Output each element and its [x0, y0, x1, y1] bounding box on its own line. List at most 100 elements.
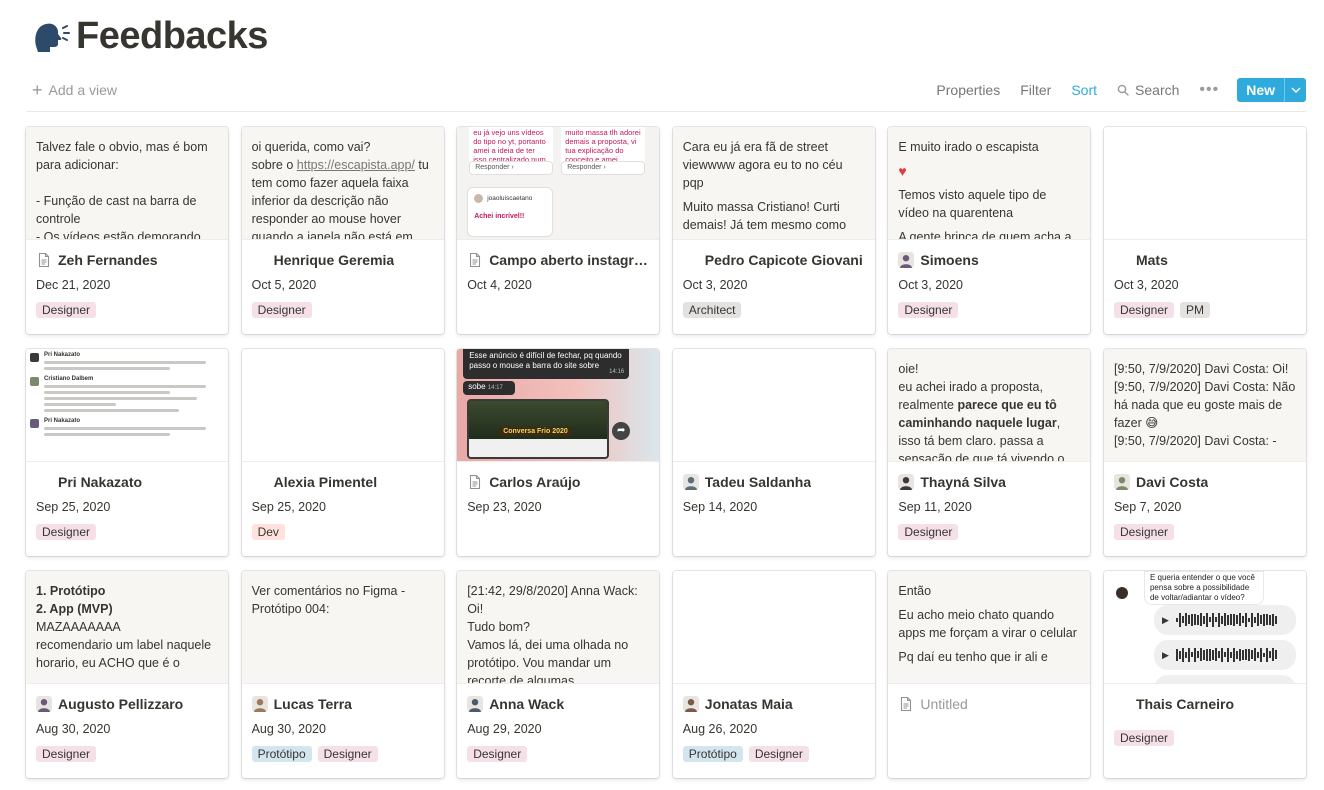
card-title: Anna Wack [489, 696, 565, 712]
properties-button[interactable]: Properties [928, 78, 1008, 102]
preview-text: oie! eu achei irado a proposta, realment… [898, 362, 1065, 462]
card-preview: [9:50, 7/9/2020] Davi Costa: Oi! [9:50, 7… [1103, 349, 1306, 462]
gallery-card[interactable]: E muito irado o escapista ♥ Temos visto aq… [888, 127, 1091, 334]
card-tags: Designer [36, 302, 218, 320]
card-title: Mats [1135, 252, 1168, 268]
preview-text: Talvez fale o obvio, mas é bom para adic… [36, 140, 212, 240]
tag-designer: Designer [1113, 302, 1174, 318]
card-preview [672, 571, 875, 684]
share-icon: ➦ [612, 422, 631, 440]
card-date: Sep 25, 2020 [251, 500, 326, 514]
avatar-icon [36, 696, 52, 712]
more-options-icon[interactable]: ••• [1191, 81, 1227, 99]
voice-message: ▶ [1153, 605, 1296, 635]
card-title: Simoens [920, 252, 979, 268]
card-title-row: Zeh Fernandes [36, 250, 218, 270]
filter-button[interactable]: Filter [1012, 78, 1059, 102]
page-icon [467, 252, 483, 268]
card-preview [672, 349, 875, 462]
search-button[interactable]: Search [1109, 78, 1187, 102]
card-title: Tadeu Saldanha [704, 474, 812, 490]
avatar [1115, 587, 1128, 599]
gallery-grid: Talvez fale o obvio, mas é bom para adic… [26, 127, 1306, 778]
card-title-row: Lucas Terra [251, 694, 434, 714]
card-title-row: Campo aberto instagr… [467, 250, 649, 270]
gallery-card[interactable]: Talvez fale o obvio, mas é bom para adic… [26, 127, 228, 334]
search-label: Search [1135, 82, 1180, 98]
new-dropdown-button[interactable] [1284, 78, 1306, 102]
gallery-card[interactable]: Jonatas Maia Aug 26, 2020 Protótipo Designe… [672, 571, 875, 778]
tag-designer: Designer [36, 746, 97, 762]
page-icon [467, 474, 483, 490]
search-icon [1117, 84, 1129, 96]
sort-button[interactable]: Sort [1063, 78, 1105, 102]
gallery-card[interactable]: [21:42, 29/8/2020] Anna Wack: Oi! Tudo b… [457, 571, 660, 778]
gallery-card[interactable]: Então Eu acho meio chato quando apps me f… [888, 571, 1091, 778]
card-title: Henrique Geremia [273, 252, 395, 268]
gallery-card[interactable]: Pri Nakazato Cristiano Dalbem Pri Nakazato… [26, 349, 228, 556]
tag-pm: PM [1180, 302, 1210, 318]
gallery-card[interactable]: Alexia Pimentel Sep 25, 2020 Dev [241, 349, 444, 556]
card-date: Oct 3, 2020 [1113, 278, 1179, 292]
tag-designer: Designer [36, 302, 97, 318]
new-button[interactable]: New [1237, 78, 1284, 102]
card-title-row: Anna Wack [467, 694, 649, 714]
avatar-icon [898, 474, 915, 490]
card-date: Aug 30, 2020 [36, 722, 111, 736]
reply-button-left: Responder › [469, 161, 554, 175]
card-title-row: Carlos Araújo [467, 472, 649, 492]
card-date: Oct 3, 2020 [682, 278, 748, 292]
card-tags: Designer [1113, 524, 1296, 542]
gallery-card[interactable]: Esse anúncio é difícil de fechar, pq qua… [457, 349, 660, 556]
card-date: Sep 7, 2020 [1113, 500, 1182, 514]
card-preview [241, 349, 444, 462]
gallery-card[interactable]: Tadeu Saldanha Sep 14, 2020 [672, 349, 875, 556]
gallery-card[interactable]: eu já vejo uns vídeos do tipo no yt, por… [457, 127, 660, 334]
page-title: Feedbacks [76, 14, 268, 57]
gallery-card[interactable]: E queria entender o que você pensa sobre… [1103, 571, 1306, 778]
card-tags: Designer [36, 524, 218, 542]
card-preview: Talvez fale o obvio, mas é bom para adic… [26, 127, 228, 240]
card-tags: Designer [898, 302, 1080, 320]
voice-message: ▶ [1153, 640, 1296, 670]
card-tags: Protótipo Designer [682, 746, 865, 764]
card-title-row: Thayná Silva [898, 472, 1080, 492]
avatar-icon [682, 474, 699, 490]
preview-text: [9:50, 7/9/2020] Davi Costa: Oi! [9:50, 7… [1113, 362, 1299, 448]
card-title: Carlos Araújo [489, 474, 581, 490]
video-word: sobe 14:17 [463, 381, 516, 395]
gallery-card[interactable]: Mats Oct 3, 2020 Designer PM [1103, 127, 1306, 334]
card-preview: E queria entender o que você pensa sobre… [1103, 571, 1306, 684]
card-preview: Cara eu já era fã de street viewwww agor… [672, 127, 875, 240]
card-date: Sep 25, 2020 [36, 500, 111, 514]
card-date: Aug 26, 2020 [682, 722, 758, 736]
tag-designer: Designer [467, 746, 528, 762]
tag-designer: Designer [1113, 730, 1174, 746]
tag-designer: Designer [36, 524, 97, 540]
gallery-card[interactable]: Ver comentários no Figma - Protótipo 004… [241, 571, 444, 778]
card-date: Sep 11, 2020 [898, 500, 972, 514]
card-title: Alexia Pimentel [273, 474, 378, 490]
card-title-row: Mats [1114, 250, 1296, 270]
card-date: Dec 21, 2020 [36, 278, 111, 292]
add-view-button[interactable]: + Add a view [26, 81, 123, 99]
card-preview: oie! eu achei irado a proposta, realment… [888, 349, 1091, 462]
tag-designer: Designer [251, 302, 312, 318]
card-title: Lucas Terra [273, 696, 352, 712]
gallery-card[interactable]: [9:50, 7/9/2020] Davi Costa: Oi! [9:50, 7… [1103, 349, 1306, 556]
gallery-card[interactable]: 1. Protótipo 2. App (MVP) MAZAAAAAAA rec… [26, 571, 228, 778]
card-preview: E muito irado o escapista ♥ Temos visto aq… [888, 127, 1091, 240]
gallery-card[interactable]: Cara eu já era fã de street viewwww agor… [672, 127, 875, 334]
card-tags: Designer [36, 746, 218, 764]
gallery-card[interactable]: oie! eu achei irado a proposta, realment… [888, 349, 1091, 556]
card-date: Sep 23, 2020 [467, 500, 542, 514]
tag-designer: Designer [898, 524, 959, 540]
avatar-icon [898, 252, 915, 268]
card-title-row: Thais Carneiro [1114, 694, 1296, 714]
tag-designer: Designer [898, 302, 959, 318]
gallery-card[interactable]: oi querida, como vai? sobre o https://esc… [241, 127, 444, 334]
card-preview: oi querida, como vai? sobre o https://esc… [241, 127, 444, 240]
dm-message: joaoluiscaetano Achei incrível!! [467, 187, 554, 237]
avatar-icon [1113, 474, 1130, 490]
card-date: Aug 29, 2020 [467, 722, 542, 736]
